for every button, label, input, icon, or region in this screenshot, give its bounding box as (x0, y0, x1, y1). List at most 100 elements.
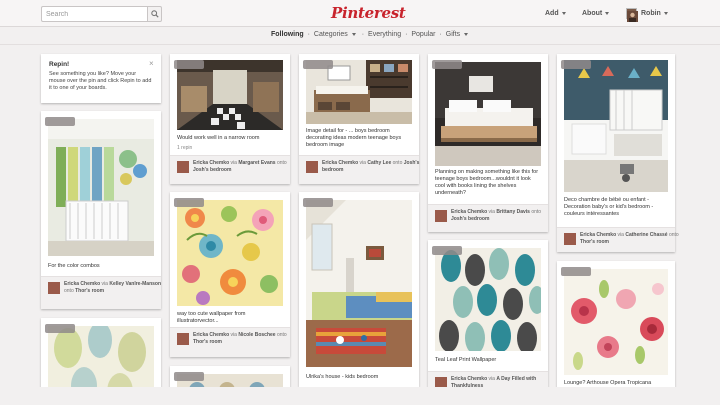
pin-image[interactable] (306, 60, 412, 124)
attribution-text: Ericka Chemko via Margaret Evans onto Jo… (193, 160, 293, 173)
avatar[interactable] (177, 333, 189, 345)
pin-description: Image detail for - ... boys bedroom deco… (306, 128, 402, 148)
pinner-name[interactable]: Ericka Chemko (451, 376, 487, 382)
pinner-name[interactable]: Ericka Chemko (193, 160, 229, 166)
pinner-name[interactable]: Ericka Chemko (322, 160, 358, 166)
board-name[interactable]: Thor's room (580, 239, 609, 245)
pin-image[interactable] (306, 200, 412, 367)
kids-bedroom-photo (306, 200, 412, 367)
pin-description: Ulrika's house - kids bedroom (306, 374, 379, 380)
pin-description: Lounge? Arthouse Opera Tropicana (564, 380, 652, 386)
pin-card[interactable]: way too cute wallpaper from illustratorv… (170, 192, 290, 357)
about-menu[interactable]: About (582, 10, 610, 17)
source-user[interactable]: Brittany Davis (496, 209, 530, 215)
avatar[interactable] (626, 8, 638, 22)
add-menu[interactable]: Add (545, 10, 566, 17)
source-user[interactable]: Catherine Chassé (625, 232, 667, 238)
kids-room-deco-photo (564, 60, 668, 192)
pin-image[interactable] (177, 200, 283, 306)
source-user[interactable]: Nicole Boschee (238, 332, 275, 338)
repin-button[interactable] (561, 60, 591, 69)
onto-word: onto (392, 160, 403, 166)
pin-card[interactable]: For the color combos Ericka Chemko via K… (41, 111, 161, 309)
search-input[interactable] (41, 6, 148, 22)
pin-card[interactable]: Deco chambre de bébé ou enfant - Decorat… (557, 54, 679, 252)
board-name[interactable]: Thor's room (193, 339, 222, 345)
via-word: via (101, 281, 108, 287)
pin-image[interactable] (435, 248, 541, 351)
repin-button[interactable] (303, 60, 333, 69)
nav-gifts[interactable]: Gifts (446, 31, 470, 38)
pin-attribution: Ericka Chemko via Cathy Lee onto Josh's … (299, 155, 419, 184)
source-user[interactable]: Cathy Lee (367, 160, 391, 166)
floral-wallpaper-photo (177, 200, 283, 306)
avatar[interactable] (306, 161, 318, 173)
repin-button[interactable] (561, 267, 591, 276)
board-name[interactable]: Thor's room (75, 288, 104, 294)
repin-tip-card: Repin! See something you like? Move your… (41, 54, 161, 103)
nav-categories[interactable]: Categories (314, 31, 358, 38)
repin-button[interactable] (432, 60, 462, 69)
chevron-down-icon (464, 32, 469, 36)
nav-gifts-label: Gifts (445, 31, 461, 38)
avatar[interactable] (435, 210, 447, 222)
pin-image[interactable] (48, 119, 154, 256)
pin-description: Deco chambre de bébé ou enfant - Decorat… (564, 197, 654, 217)
repin-button[interactable] (174, 372, 204, 381)
source-user[interactable]: Margaret Evans (238, 160, 275, 166)
user-name: Robin (641, 10, 661, 17)
avatar[interactable] (564, 233, 576, 245)
pin-image[interactable] (564, 269, 668, 375)
add-label: Add (545, 10, 559, 17)
pin-image[interactable] (564, 60, 668, 192)
repin-button[interactable] (174, 60, 204, 69)
pinner-name[interactable]: Ericka Chemko (193, 332, 229, 338)
pin-card[interactable]: Image detail for - ... boys bedroom deco… (299, 54, 419, 184)
pinner-name[interactable]: Ericka Chemko (580, 232, 616, 238)
via-word: via (230, 160, 237, 166)
onto-word: onto (531, 209, 542, 215)
pin-card[interactable]: Lounge? Arthouse Opera Tropicana (557, 261, 675, 401)
pin-card[interactable]: Planning on making something like this f… (428, 54, 548, 232)
teal-leaf-wallpaper-photo (435, 248, 541, 351)
repin-button[interactable] (432, 246, 462, 255)
user-menu[interactable]: Robin (641, 10, 668, 17)
nav-separator: · (361, 31, 365, 38)
nursery-photo (48, 119, 154, 256)
nav-following[interactable]: Following (271, 31, 304, 38)
pin-attribution: Ericka Chemko via Kelley Vanlre-Manson o… (41, 276, 161, 309)
pin-card[interactable]: Teal Leaf Print Wallpaper Ericka Chemko … (428, 240, 548, 400)
attribution-text: Ericka Chemko via Nicole Boschee onto Th… (193, 332, 293, 345)
pin-card[interactable]: Ulrika's house - kids bedroom (299, 192, 419, 387)
pin-card[interactable]: Would work well in a narrow room 1 repin… (170, 54, 290, 184)
pin-image[interactable] (177, 60, 283, 130)
plus-caret-icon (561, 11, 566, 15)
board-name[interactable]: Josh's bedroom (193, 167, 231, 173)
attribution-text: Ericka Chemko via Cathy Lee onto Josh's … (322, 160, 422, 173)
close-icon[interactable]: × (149, 59, 154, 68)
platform-bed-photo (435, 62, 541, 166)
nav-popular[interactable]: Popular (411, 31, 435, 38)
via-word: via (230, 332, 237, 338)
repin-button[interactable] (45, 117, 75, 126)
search-button[interactable] (147, 6, 162, 22)
pinner-name[interactable]: Ericka Chemko (451, 209, 487, 215)
attribution-text: Ericka Chemko via Catherine Chassé onto … (580, 232, 680, 245)
pinterest-logo[interactable]: Pinterest (331, 4, 406, 22)
pinner-name[interactable]: Ericka Chemko (64, 281, 100, 287)
nav-everything[interactable]: Everything (368, 31, 401, 38)
onto-word: onto (276, 332, 287, 338)
avatar[interactable] (48, 282, 60, 294)
avatar[interactable] (177, 161, 189, 173)
repin-button[interactable] (303, 198, 333, 207)
source-user[interactable]: Kelley Vanlre-Manson (109, 281, 161, 287)
repin-tip-body: See something you like? Move your mouse … (49, 71, 152, 91)
repin-tip-title: Repin! (49, 61, 70, 68)
via-word: via (359, 160, 366, 166)
pin-image[interactable] (435, 62, 541, 166)
board-name[interactable]: Josh's bedroom (451, 216, 489, 222)
pin-description: Would work well in a narrow room (177, 135, 260, 141)
repin-button[interactable] (174, 198, 204, 207)
chevron-down-icon (351, 32, 356, 36)
repin-button[interactable] (45, 324, 75, 333)
